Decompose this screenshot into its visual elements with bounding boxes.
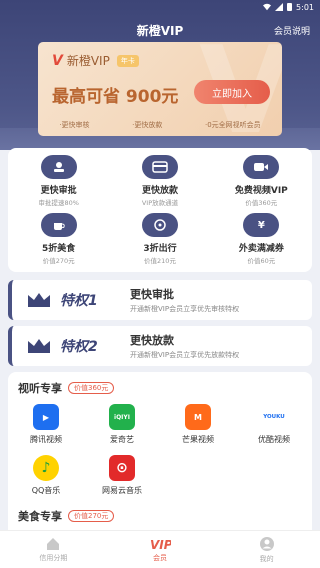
vip-benefit: ·更快放款 bbox=[132, 121, 163, 129]
profile-icon bbox=[259, 536, 274, 551]
app-item[interactable]: ⊙ 网易云音乐 bbox=[84, 455, 160, 496]
section-tag: 价值360元 bbox=[68, 382, 115, 394]
mango-icon: M bbox=[185, 404, 211, 430]
app-label: QQ音乐 bbox=[31, 486, 61, 495]
feature-subtitle: 价值360元 bbox=[245, 199, 278, 207]
vip-logo-icon: V bbox=[52, 52, 63, 69]
feature-title: 外卖满减券 bbox=[238, 244, 284, 254]
tab-label: 我的 bbox=[259, 554, 274, 563]
battery-icon bbox=[287, 3, 293, 11]
feature-title: 更快放款 bbox=[141, 186, 178, 196]
app-list: ▶ 腾讯视频 iQIYI 爱奇艺 M 芒果视频 YOUKU 优酷视频 ♪ QQ音… bbox=[8, 396, 312, 496]
nav-bar: 新橙VIP 会员说明 bbox=[0, 18, 320, 42]
feature-subtitle: 价值270元 bbox=[42, 257, 75, 265]
section-tag: 价值270元 bbox=[68, 510, 115, 522]
features-grid: 更快审批 审批提速80% 更快放款 VIP放款通道 免费视频VIP 价值360元… bbox=[8, 148, 312, 272]
feature-item[interactable]: 免费视频VIP 价值360元 bbox=[211, 152, 312, 210]
privilege-card-2[interactable]: 特权2 更快放款 开通新橙VIP会员立享优先放款特权 bbox=[8, 326, 312, 366]
wifi-icon bbox=[263, 3, 272, 11]
crown-icon bbox=[24, 289, 54, 311]
app-label: 腾讯视频 bbox=[30, 435, 62, 444]
tab-vip[interactable]: VIP 会员 bbox=[125, 537, 195, 563]
vip-icon: VIP bbox=[150, 538, 171, 551]
privilege-desc: 开通新橙VIP会员立享优先审核特权 bbox=[130, 305, 240, 313]
privilege-desc: 开通新橙VIP会员立享优先放款特权 bbox=[130, 351, 240, 359]
svg-text:VIP: VIP bbox=[150, 538, 171, 551]
app-item[interactable]: iQIYI 爱奇艺 bbox=[84, 404, 160, 445]
privilege-label: 特权1 bbox=[60, 293, 98, 309]
iqiyi-icon: iQIYI bbox=[109, 404, 135, 430]
app-item[interactable]: YOUKU 优酷视频 bbox=[236, 404, 312, 445]
section-title: 视听专享 bbox=[18, 382, 62, 395]
app-item[interactable]: M 芒果视频 bbox=[160, 404, 236, 445]
tab-bar: 信用分期 VIP 会员 我的 bbox=[0, 530, 320, 568]
stamp-icon bbox=[40, 155, 77, 179]
vip-benefits: ·更快审核 ·更快放款 ·0元全网视听会员 bbox=[38, 120, 282, 130]
feature-title: 3折出行 bbox=[143, 244, 177, 254]
coupon-icon: ¥ bbox=[243, 213, 280, 237]
app-label: 爱奇艺 bbox=[110, 435, 134, 444]
vip-card: V V 新橙VIP 年卡 最高可省 900元 立即加入 ·更快审核 ·更快放款 … bbox=[38, 42, 282, 136]
privilege-title: 更快放款 bbox=[130, 334, 174, 347]
tab-label: 会员 bbox=[152, 553, 167, 562]
tab-label: 信用分期 bbox=[39, 553, 68, 562]
privilege-label: 特权2 bbox=[60, 339, 98, 355]
tab-profile[interactable]: 我的 bbox=[232, 536, 302, 564]
tab-home[interactable]: 信用分期 bbox=[18, 537, 88, 563]
join-button[interactable]: 立即加入 bbox=[194, 80, 270, 104]
feature-subtitle: 价值210元 bbox=[144, 257, 176, 265]
tencent-video-icon: ▶ bbox=[33, 404, 59, 430]
status-time: 5:01 bbox=[296, 2, 314, 12]
feature-title: 5折美食 bbox=[42, 244, 76, 254]
vip-save-text: 最高可省 900元 bbox=[52, 87, 179, 107]
app-item[interactable]: ♪ QQ音乐 bbox=[8, 455, 84, 496]
signal-icon bbox=[275, 3, 284, 11]
qq-music-icon: ♪ bbox=[33, 455, 59, 481]
feature-item[interactable]: ¥ 外卖满减券 价值60元 bbox=[211, 210, 312, 268]
app-label: 优酷视频 bbox=[258, 435, 290, 444]
status-bar: 5:01 bbox=[0, 0, 320, 14]
feature-subtitle: VIP放款通道 bbox=[141, 199, 179, 207]
vip-benefit: ·更快审核 bbox=[59, 121, 90, 129]
youku-icon: YOUKU bbox=[261, 404, 287, 430]
home-icon bbox=[47, 537, 60, 550]
feature-subtitle: 价值60元 bbox=[247, 257, 276, 265]
wheel-icon bbox=[141, 213, 178, 237]
page-title: 新橙VIP bbox=[136, 23, 184, 38]
feature-item[interactable]: 更快放款 VIP放款通道 bbox=[109, 152, 210, 210]
app-label: 网易云音乐 bbox=[102, 486, 142, 495]
feature-item[interactable]: 5折美食 价值270元 bbox=[8, 210, 109, 268]
app-label: 芒果视频 bbox=[182, 435, 214, 444]
video-icon bbox=[243, 155, 280, 179]
card-icon bbox=[141, 155, 178, 179]
crown-icon bbox=[24, 335, 54, 357]
feature-title: 更快审批 bbox=[40, 186, 77, 196]
privilege-title: 更快审批 bbox=[130, 288, 174, 301]
feature-subtitle: 审批提速80% bbox=[38, 199, 79, 207]
app-item[interactable]: ▶ 腾讯视频 bbox=[8, 404, 84, 445]
vip-name: 新橙VIP bbox=[66, 54, 110, 68]
netease-music-icon: ⊙ bbox=[109, 455, 135, 481]
vip-tag: 年卡 bbox=[116, 54, 139, 67]
privilege-card-1[interactable]: 特权1 更快审批 开通新橙VIP会员立享优先审核特权 bbox=[8, 280, 312, 320]
feature-title: 免费视频VIP bbox=[234, 186, 288, 196]
feature-item[interactable]: 3折出行 价值210元 bbox=[109, 210, 210, 268]
section-title: 美食专享 bbox=[18, 510, 62, 523]
coffee-icon bbox=[40, 213, 77, 237]
member-info-link[interactable]: 会员说明 bbox=[274, 24, 310, 37]
vip-benefit: ·0元全网视听会员 bbox=[204, 121, 261, 129]
feature-item[interactable]: 更快审批 审批提速80% bbox=[8, 152, 109, 210]
